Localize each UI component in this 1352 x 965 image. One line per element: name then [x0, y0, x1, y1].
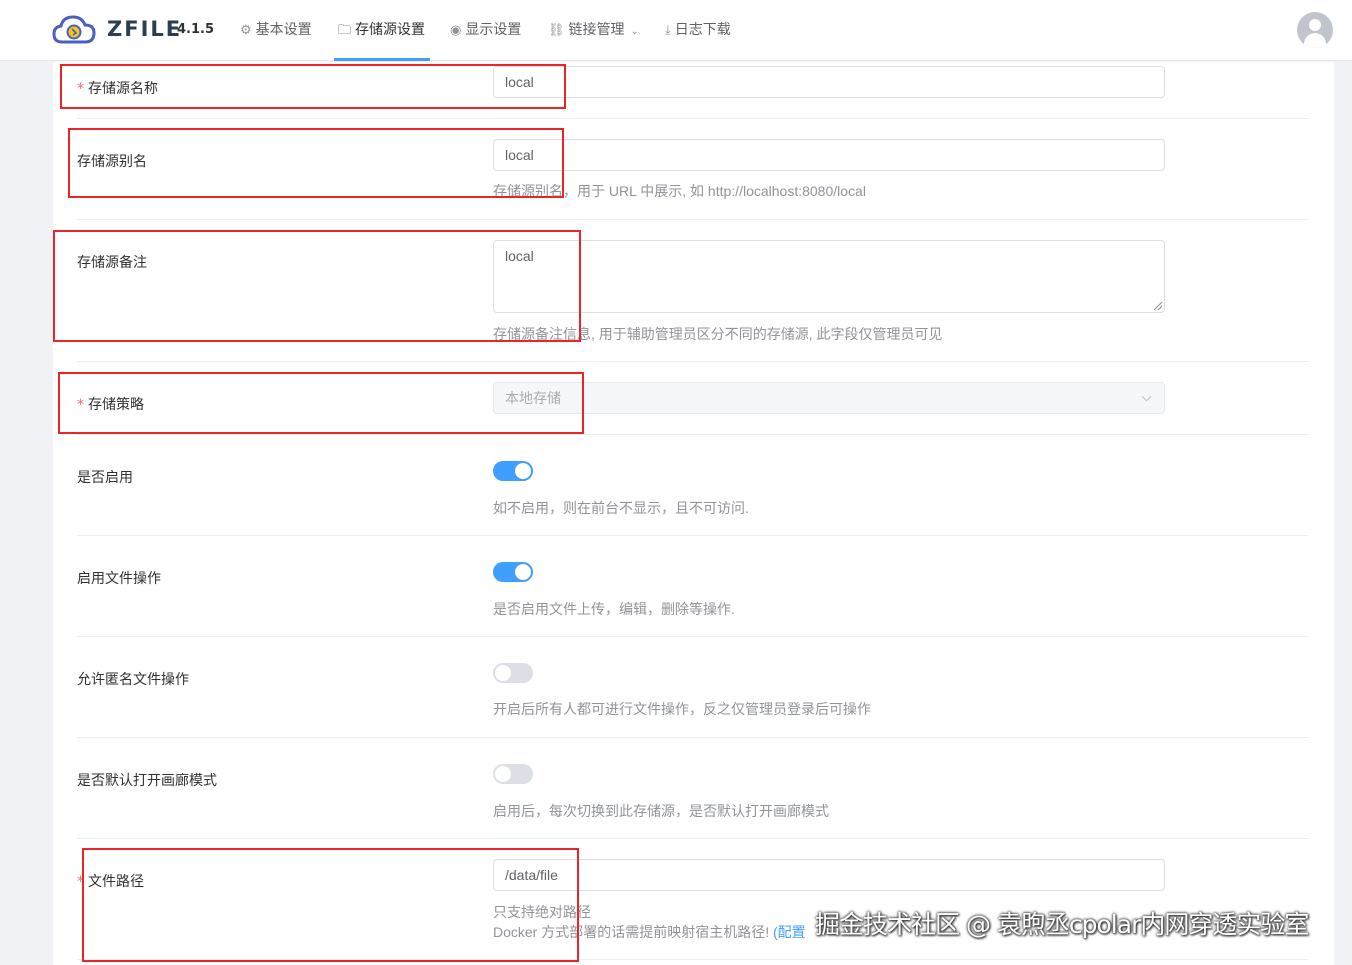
cloud-logo-icon[interactable]	[52, 12, 96, 46]
storage-strategy-label: * 存储策略	[77, 394, 144, 414]
required-mark: *	[77, 397, 84, 413]
divider	[77, 434, 1309, 435]
avatar-head	[1309, 19, 1321, 31]
enable-label: 是否启用	[77, 470, 133, 486]
divider	[77, 118, 1309, 119]
divider	[77, 959, 1309, 960]
divider	[77, 535, 1309, 536]
user-avatar[interactable]	[1297, 12, 1333, 48]
label-text: 文件路径	[88, 874, 144, 890]
link-icon: ⛓	[548, 23, 565, 38]
chevron-down-icon	[1141, 391, 1152, 402]
storage-remark-textarea[interactable]: local	[493, 240, 1165, 313]
remark-text: local	[505, 248, 534, 264]
gallery-switch[interactable]	[493, 764, 533, 784]
file-path-input[interactable]: /data/file	[493, 859, 1165, 891]
storage-remark-help: 存储源备注信息, 用于辅助管理员区分不同的存储源, 此字段仅管理员可见	[493, 326, 943, 342]
file-path-help-1: 只支持绝对路径	[493, 904, 591, 920]
divider	[77, 219, 1309, 220]
switch-knob	[515, 564, 531, 580]
file-ops-switch[interactable]	[493, 562, 533, 582]
required-mark: *	[77, 874, 84, 890]
nav-label: 存储源设置	[355, 22, 426, 38]
storage-remark-label: 存储源备注	[77, 255, 147, 271]
file-ops-label: 启用文件操作	[77, 571, 161, 587]
resize-grip-icon[interactable]	[1154, 302, 1162, 310]
brand-version: 4.1.5	[177, 22, 215, 37]
nav-storage-settings[interactable]: 🗀 存储源设置	[338, 0, 425, 61]
storage-form-card: * 存储源名称 local 存储源别名 local 存储源别名，用于 URL 中展…	[53, 62, 1334, 965]
download-icon: ⤓	[665, 23, 671, 38]
divider	[77, 361, 1309, 362]
switch-knob	[495, 766, 511, 782]
storage-alias-label: 存储源别名	[77, 154, 147, 170]
storage-name-label: * 存储源名称	[77, 78, 158, 98]
storage-strategy-select[interactable]: 本地存储	[493, 382, 1165, 414]
gear-icon: ⚙	[240, 23, 252, 38]
avatar-shoulders	[1304, 33, 1326, 48]
top-navbar: ZFILE 4.1.5 ⚙ 基本设置 🗀 存储源设置 ◉ 显示设置 ⛓ 链接管理 ⌄ ⤓ 日…	[0, 0, 1352, 61]
nav-link-management[interactable]: ⛓ 链接管理 ⌄	[548, 0, 639, 61]
gallery-help: 启用后，每次切换到此存储源，是否默认打开画廊模式	[493, 803, 829, 819]
divider	[77, 737, 1309, 738]
nav-label: 显示设置	[465, 22, 522, 38]
nav-label: 日志下载	[674, 22, 731, 38]
eye-icon: ◉	[450, 23, 462, 38]
label-text: 存储策略	[88, 397, 144, 413]
anon-ops-label: 允许匿名文件操作	[77, 672, 189, 688]
enable-help: 如不启用，则在前台不显示，且不可访问.	[493, 500, 749, 516]
watermark: 掘金技术社区 @ 袁煦丞cpolar内网穿透实验室	[815, 910, 1309, 939]
anon-ops-switch[interactable]	[493, 663, 533, 683]
required-mark: *	[77, 81, 84, 97]
switch-knob	[495, 665, 511, 681]
folder-icon: 🗀	[338, 23, 352, 38]
file-ops-help: 是否启用文件上传，编辑，删除等操作.	[493, 601, 735, 617]
nav-log-download[interactable]: ⤓ 日志下载	[665, 0, 731, 61]
switch-knob	[515, 463, 531, 479]
file-path-help-2: Docker 方式部署的话需提前映射宿主机路径! (配置	[493, 922, 806, 942]
anon-ops-help: 开启后所有人都可进行文件操作，反之仅管理员登录后可操作	[493, 701, 871, 717]
divider	[77, 636, 1309, 637]
select-value: 本地存储	[505, 390, 561, 406]
divider	[77, 838, 1309, 839]
nav-label: 链接管理	[568, 22, 625, 38]
nav-label: 基本设置	[255, 22, 312, 38]
nav-basic-settings[interactable]: ⚙ 基本设置	[240, 0, 312, 61]
help-text: Docker 方式部署的话需提前映射宿主机路径!	[493, 924, 770, 940]
storage-name-input[interactable]: local	[493, 66, 1165, 98]
brand-name[interactable]: ZFILE	[107, 17, 182, 41]
label-text: 存储源名称	[88, 81, 158, 97]
gallery-label: 是否默认打开画廊模式	[77, 773, 217, 789]
file-path-label: * 文件路径	[77, 871, 144, 891]
chevron-down-icon: ⌄	[630, 26, 639, 37]
storage-alias-input[interactable]: local	[493, 139, 1165, 171]
storage-alias-help: 存储源别名，用于 URL 中展示, 如 http://localhost:808…	[493, 183, 866, 199]
enable-switch[interactable]	[493, 461, 533, 481]
active-tab-indicator	[334, 58, 430, 61]
nav-display-settings[interactable]: ◉ 显示设置	[450, 0, 521, 61]
config-link[interactable]: (配置	[773, 924, 806, 940]
